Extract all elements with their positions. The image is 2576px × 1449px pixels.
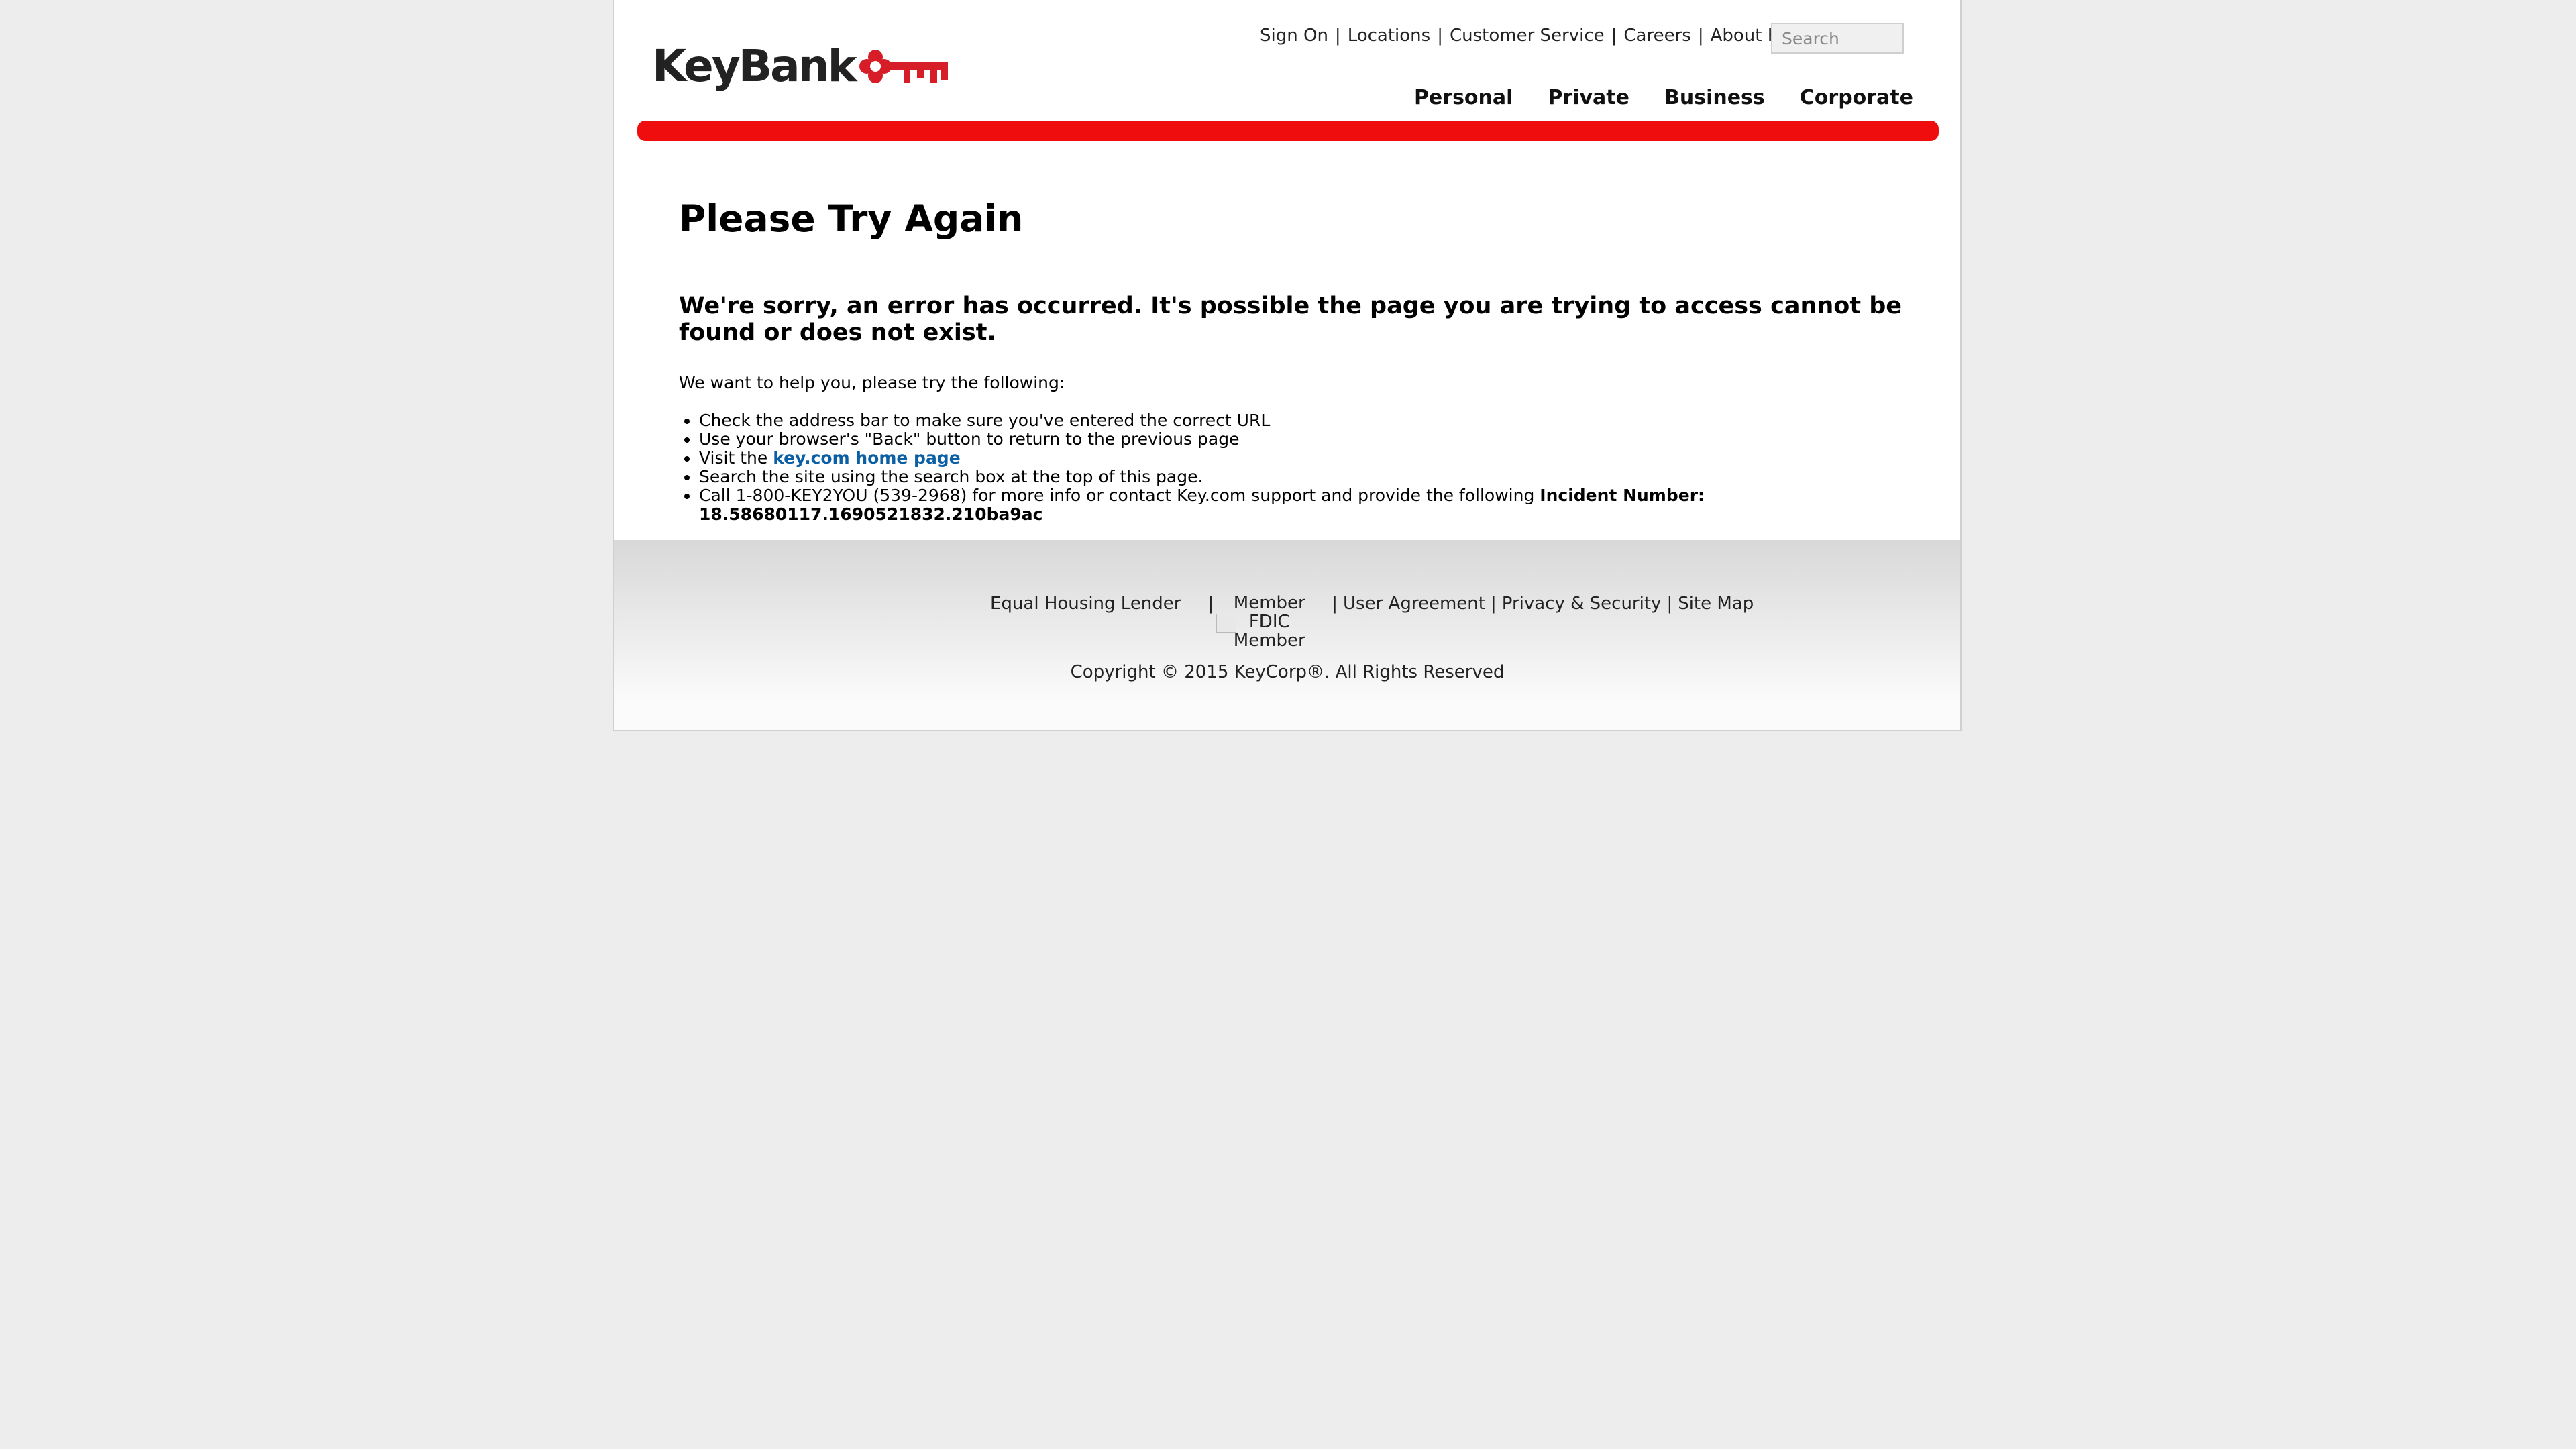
equal-housing-link[interactable]: Equal Housing Lender xyxy=(990,594,1181,614)
site-map-link[interactable]: Site Map xyxy=(1678,594,1754,614)
separator: | xyxy=(1208,594,1214,614)
separator: | xyxy=(1666,594,1673,614)
separator: | xyxy=(1611,25,1617,46)
incident-label: Incident Number: xyxy=(1540,486,1705,505)
footer-links: Equal Housing Lender | Member FDIC Membe… xyxy=(990,594,1754,650)
help-intro: We want to help you, please try the foll… xyxy=(679,373,1065,392)
nav-corporate[interactable]: Corporate xyxy=(1800,86,1913,109)
member-label: Member xyxy=(1233,593,1305,613)
footer: Equal Housing Lender | Member FDIC Membe… xyxy=(614,540,1960,730)
separator: | xyxy=(1334,25,1341,46)
brand-divider-bar xyxy=(637,121,1939,141)
privacy-security-link[interactable]: Privacy & Security xyxy=(1502,594,1662,614)
separator: | xyxy=(1437,25,1443,46)
help-list: Check the address bar to make sure you'v… xyxy=(679,411,1920,524)
page-container: KeyBank Sign On | Locations | Customer S… xyxy=(613,0,1962,731)
list-item: Search the site using the search box at … xyxy=(699,468,1920,486)
fdic-member-badge[interactable]: Member FDIC Member xyxy=(1216,593,1320,651)
customer-service-link[interactable]: Customer Service xyxy=(1450,25,1605,46)
utility-nav: Sign On | Locations | Customer Service |… xyxy=(1260,25,1799,46)
fdic-alt-text-2: Member xyxy=(1233,631,1305,651)
list-item: Check the address bar to make sure you'v… xyxy=(699,411,1920,430)
logo-wordmark: KeyBank xyxy=(652,40,857,92)
list-item-text: Call 1-800-KEY2YOU (539-2968) for more i… xyxy=(699,486,1540,505)
error-content: Please Try Again We're sorry, an error h… xyxy=(679,188,1920,524)
list-item-text: Visit the xyxy=(699,448,773,468)
main-nav: Personal Private Business Corporate xyxy=(1379,86,1913,109)
list-item: Use your browser's "Back" button to retu… xyxy=(699,430,1920,449)
nav-business[interactable]: Business xyxy=(1664,86,1765,109)
list-item: Visit the key.com home page xyxy=(699,449,1920,468)
search-input[interactable] xyxy=(1771,23,1904,54)
copyright: Copyright © 2015 KeyCorp®. All Rights Re… xyxy=(1070,662,1505,682)
separator: | xyxy=(1697,25,1704,46)
sign-on-link[interactable]: Sign On xyxy=(1260,25,1328,46)
careers-link[interactable]: Careers xyxy=(1623,25,1690,46)
locations-link[interactable]: Locations xyxy=(1348,25,1431,46)
home-page-link[interactable]: key.com home page xyxy=(773,448,960,468)
page-title: Please Try Again xyxy=(679,197,1024,240)
fdic-alt-text: FDIC xyxy=(1248,612,1290,632)
nav-private[interactable]: Private xyxy=(1548,86,1629,109)
nav-personal[interactable]: Personal xyxy=(1414,86,1513,109)
separator: | xyxy=(1332,594,1338,614)
incident-number: 18.58680117.1690521832.210ba9ac xyxy=(699,504,1043,524)
list-item: Call 1-800-KEY2YOU (539-2968) for more i… xyxy=(699,486,1920,524)
key-icon xyxy=(859,49,948,83)
separator: | xyxy=(1490,594,1497,614)
keybank-logo[interactable]: KeyBank xyxy=(652,40,953,92)
broken-image-icon xyxy=(1216,614,1237,633)
user-agreement-link[interactable]: User Agreement xyxy=(1343,594,1485,614)
error-message: We're sorry, an error has occurred. It's… xyxy=(679,292,1902,346)
